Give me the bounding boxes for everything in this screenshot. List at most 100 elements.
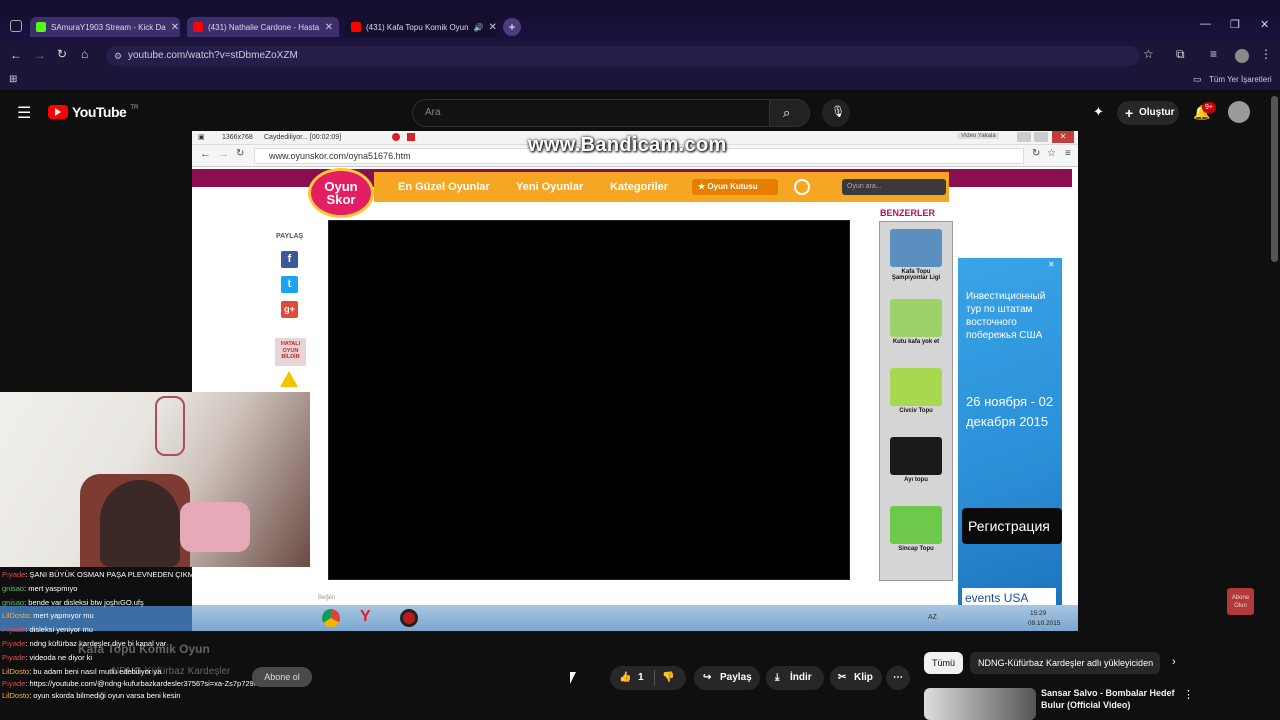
game-thumbnail [890,229,942,267]
youtube-play-icon [48,105,68,119]
menu-icon[interactable]: ⋮ [1260,47,1272,61]
chat-user: Pıyade [2,570,26,579]
nav-link: En Güzel Oyunlar [398,181,490,193]
mouse-cursor [570,672,581,684]
recommendation-thumbnail[interactable] [924,688,1036,720]
close-window-icon[interactable]: ✕ [1260,18,1269,31]
back-icon[interactable]: ← [10,48,22,62]
language-indicator: AZ [928,614,937,621]
more-actions-button[interactable]: ⋯ [886,666,910,690]
channel-name[interactable]: NDNG-Küfürbaz Kardeşler [112,666,230,677]
advertisement: Инвестиционный тур по штатам восточного … [958,258,1062,608]
dislike-icon[interactable]: 👎 [662,666,674,690]
chat-user: LilDosto [2,666,30,676]
media-icon[interactable]: ≡ [1210,47,1217,61]
chat-user: Pıyade [2,652,26,662]
search-input[interactable]: Ara [412,99,770,127]
close-icon[interactable]: ✕ [325,22,333,33]
chat-user: Pıyade [2,679,26,689]
twitter-icon: t [281,276,298,293]
nav-link: Kategoriler [610,181,669,193]
chat-user: LilDosto [2,611,30,621]
forward-icon[interactable]: → [34,48,46,62]
account-avatar[interactable] [1228,101,1250,123]
taskbar-time: 15:29 [1030,610,1047,617]
hamburger-menu-icon[interactable]: ☰ [17,103,31,123]
recorded-menu-icon: ≡ [1065,148,1071,159]
all-bookmarks-link[interactable]: Tüm Yer İşaretleri [1209,75,1272,84]
close-icon[interactable]: ✕ [489,22,497,33]
extensions-icon[interactable]: ⧉ [1176,47,1185,62]
google-plus-icon: g+ [281,301,298,318]
speaker-icon[interactable]: 🔊 [474,23,484,32]
game-name: Civciv Topu [899,408,933,414]
share-button[interactable]: ↪ Paylaş [694,666,760,690]
recorded-reload-icon: ↻ [236,148,245,159]
chat-text: : ŞANI BÜYÜK OSMAN PAŞA PLEVNEDEN ÇIKMAM… [25,570,232,579]
bookmarks-bar: ⊞ ▭ Tüm Yer İşaretleri [0,70,1280,90]
minimize-icon[interactable]: — [1200,18,1211,30]
chat-text: : bende var disleksi btw joşhıGO.ufş [24,597,144,607]
chat-user: gnisao [2,597,25,607]
download-button[interactable]: ⤓ İndir [766,666,824,690]
tab-kafa-topu[interactable]: (431) Kafa Topu Komik Oyun 🔊 ✕ [345,17,497,37]
like-label: Beğen [318,595,336,601]
folder-icon: ▭ [1193,74,1202,84]
report-label: HATALI OYUN BİLDİR [275,338,306,366]
subscribe-button[interactable]: Abone ol [252,667,312,687]
create-label: Oluştur [1139,107,1175,118]
voice-search-button[interactable]: 🎙 [822,99,850,127]
taskbar-date: 09.10.2015 [1028,620,1061,627]
profile-avatar[interactable] [1235,49,1249,63]
recommendation-title[interactable]: Sansar Salvo - Bombalar Hedef Bulur (Off… [1041,687,1177,711]
recorder-resolution: 1366x768 [222,134,253,141]
tab-kick[interactable]: SAmuraY1903 Stream - Kick Da ✕ [30,17,180,37]
create-button[interactable]: + Oluştur [1117,101,1179,125]
home-icon[interactable]: ⌂ [81,47,88,61]
apps-icon[interactable]: ⊞ [9,74,17,85]
more-icon: ⋯ [893,672,903,683]
like-count[interactable]: 1 [638,666,644,690]
game-name: Sincap Topu [898,546,934,552]
scissors-icon: ✂ [838,672,847,683]
bookmark-star-icon[interactable]: ☆ [1143,47,1154,61]
premium-icon[interactable]: ✦ [1093,104,1104,120]
recommendation-menu-icon[interactable]: ⋮ [1183,688,1194,701]
like-icon[interactable]: 👍 [619,666,631,690]
youtube-icon [351,22,361,32]
chat-message: Pıyade: disleksi yeniyor mu [2,623,310,637]
url-text: youtube.com/watch?v=stDbmeZoXZM [128,50,298,61]
chevron-right-icon[interactable]: › [1172,656,1176,668]
video-player[interactable]: ▣ 1366x768 Caydediliyor... [00:02:09] Vi… [192,131,1078,631]
address-bar[interactable]: ⚙ youtube.com/watch?v=stDbmeZoXZM [106,46,1140,66]
share-icon: ↪ [703,672,712,683]
chat-text: : disleksi yeniyor mu [25,625,93,635]
recorder-close: ✕ [1052,131,1074,143]
search-button[interactable]: ⌕ [770,99,810,127]
chat-user: Pıyade [2,625,26,635]
new-tab-button[interactable]: + [503,18,521,36]
close-icon[interactable]: ✕ [171,22,179,33]
chip-uploader[interactable]: NDNG-Küfürbaz Kardeşler adlı yükleyicide… [970,652,1160,674]
yandex-icon: Y [360,608,371,625]
page-scrollbar[interactable] [1271,96,1278,262]
site-info-icon[interactable]: ⚙ [114,46,122,66]
chat-text: : https://youtube.com/@ndng-kufurbazkard… [25,679,279,689]
similar-game: Sincap Topu [888,506,944,552]
game-name: Kutu kafa yok et [892,339,940,345]
maximize-icon[interactable]: ❐ [1230,18,1240,31]
youtube-logo[interactable]: YouTube TR [48,104,138,120]
similar-game: Kafa Topu Şampiyonlar Ligi [888,229,944,281]
reload-icon[interactable]: ↻ [57,47,67,61]
clip-button[interactable]: ✂ Klip [830,666,882,690]
divider [654,670,655,686]
chat-message: gnisao: bende var disleksi btw joşhıGO.u… [2,596,310,610]
similar-game: Civciv Topu [888,368,944,414]
chip-all[interactable]: Tümü [924,652,964,674]
chat-user: Pıyade [2,638,26,648]
figurine-shape [180,502,250,552]
bandicam-watermark: www.Bandicam.com [528,134,727,156]
tab-nathalie[interactable]: (431) Nathalie Cardone - Hasta ✕ [187,17,339,37]
game-thumbnail [890,299,942,337]
tab-search-icon[interactable] [10,20,22,32]
